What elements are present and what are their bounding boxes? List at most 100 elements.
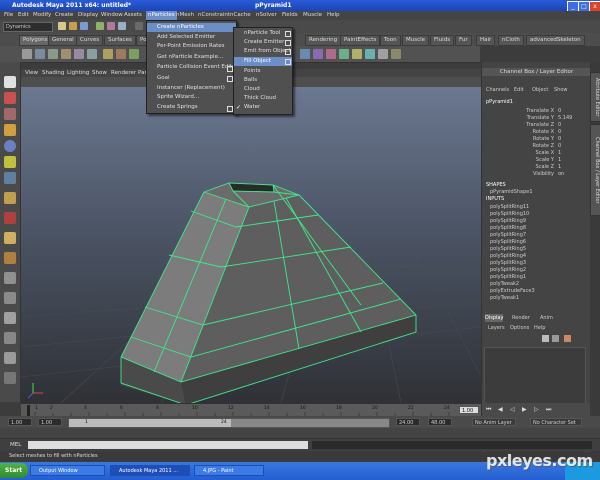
layer-menu-help[interactable]: Help: [534, 325, 545, 331]
shelf-tab-muscle[interactable]: Muscle: [402, 35, 430, 46]
menu-item-sprite-wizard[interactable]: Sprite Wizard...: [147, 93, 199, 102]
time-slider[interactable]: 1 2 4 6 8 10 12 14 16 18 20 22 24 1.00: [21, 403, 481, 417]
channel-box-tab[interactable]: Channel Box / Layer Editor: [590, 124, 600, 216]
input-node[interactable]: polySplitRing8: [490, 225, 526, 231]
lasso-tool-icon[interactable]: [4, 92, 16, 104]
channel-object-name[interactable]: pPyramid1: [486, 99, 513, 105]
menu-nconstraint[interactable]: nConstraint: [198, 11, 230, 20]
start-time-field[interactable]: 1.00: [8, 418, 32, 426]
rotate-tool-icon[interactable]: [4, 140, 16, 152]
shelf-tab-hair[interactable]: Hair: [476, 35, 496, 46]
scale-tool-icon[interactable]: [4, 156, 16, 168]
input-node[interactable]: polySplitRing10: [490, 211, 529, 217]
shape-node[interactable]: pPyramidShape1: [490, 189, 533, 195]
input-node[interactable]: polySplitRing7: [490, 232, 526, 238]
menu-item-collision-event-editor[interactable]: Particle Collision Event Editor: [147, 63, 238, 72]
menu-ncache[interactable]: nCache: [230, 11, 251, 20]
current-frame-field[interactable]: 1.00: [459, 406, 479, 414]
layer-tab-render[interactable]: Render: [512, 314, 530, 322]
step-forward-icon[interactable]: ▷: [534, 406, 539, 413]
layer-menu-options[interactable]: Options: [510, 325, 529, 331]
current-time-marker[interactable]: [27, 405, 30, 416]
input-node[interactable]: polySplitRing9: [490, 218, 526, 224]
menu-assets[interactable]: Assets: [124, 11, 142, 20]
append-polygon-icon[interactable]: [326, 49, 336, 59]
attr-scale-y-value[interactable]: 1: [558, 157, 561, 163]
new-scene-icon[interactable]: [58, 22, 66, 30]
viewport-menu-view[interactable]: View: [25, 69, 38, 77]
menu-display[interactable]: Display: [78, 11, 98, 20]
poly-sphere-icon[interactable]: [22, 49, 32, 59]
channel-menu-edit[interactable]: Edit: [514, 87, 524, 93]
input-node[interactable]: polySplitRing2: [490, 267, 526, 273]
bevel-icon[interactable]: [365, 49, 375, 59]
menu-item-cloud[interactable]: Cloud: [234, 85, 260, 94]
select-component-icon[interactable]: [118, 22, 126, 30]
poly-cone-icon[interactable]: [61, 49, 71, 59]
character-set-dropdown[interactable]: No Character Set: [530, 418, 582, 426]
show-manipulator-icon[interactable]: [4, 212, 16, 224]
shelf-tab-surfaces[interactable]: Surfaces: [104, 35, 136, 46]
split-polygon-icon[interactable]: [339, 49, 349, 59]
end-time-field[interactable]: 48.00: [428, 418, 452, 426]
soft-modification-icon[interactable]: [4, 192, 16, 204]
universal-manipulator-icon[interactable]: [4, 172, 16, 184]
attr-rotate-x-value[interactable]: 0: [558, 129, 561, 135]
menu-help[interactable]: Help: [327, 11, 340, 20]
menu-file[interactable]: File: [4, 11, 13, 20]
play-back-icon[interactable]: ◁: [510, 406, 515, 413]
taskbar-item-output-window[interactable]: Output Window: [30, 465, 105, 476]
layer-options-icon[interactable]: [564, 335, 571, 342]
shelf-tab-toon[interactable]: Toon: [380, 35, 401, 46]
separate-icon[interactable]: [116, 49, 126, 59]
last-tool-icon[interactable]: [4, 232, 16, 244]
input-node[interactable]: polyTweak1: [490, 295, 519, 301]
paint-select-icon[interactable]: [4, 108, 16, 120]
layer-tab-display[interactable]: Display: [485, 314, 503, 322]
range-slider[interactable]: 1 24: [68, 418, 390, 428]
shelf-tab-fluids[interactable]: Fluids: [430, 35, 455, 46]
combine-icon[interactable]: [103, 49, 113, 59]
viewport-menu-show[interactable]: Show: [92, 69, 107, 77]
skip-end-icon[interactable]: ⏭: [546, 406, 551, 414]
attr-rotate-y-value[interactable]: 0: [558, 136, 561, 142]
option-box-icon[interactable]: [285, 59, 291, 65]
anim-layer-dropdown[interactable]: No Anim Layer: [472, 418, 516, 426]
merge-vertex-icon[interactable]: [378, 49, 388, 59]
attr-visibility-value[interactable]: on: [558, 171, 564, 177]
select-tool-icon[interactable]: [4, 76, 16, 88]
menu-item-balls[interactable]: Balls: [234, 76, 257, 85]
attr-rotate-z-value[interactable]: 0: [558, 143, 561, 149]
menu-nparticles[interactable]: nParticles: [146, 11, 177, 20]
playback-start-field[interactable]: 1.00: [38, 418, 62, 426]
menu-window[interactable]: Window: [101, 11, 123, 20]
playback-end-field[interactable]: 24.00: [396, 418, 420, 426]
skip-start-icon[interactable]: ⏮: [486, 406, 491, 414]
menu-item-nparticle-tool[interactable]: nParticle Tool: [234, 29, 280, 38]
poly-cube-icon[interactable]: [35, 49, 45, 59]
menu-item-create-nparticles[interactable]: Create nParticles: [147, 23, 236, 32]
input-node[interactable]: polySplitRing11: [490, 204, 529, 210]
poly-plane-icon[interactable]: [74, 49, 84, 59]
move-tool-icon[interactable]: [4, 124, 16, 136]
viewport-menu-shading[interactable]: Shading: [42, 69, 64, 77]
select-hierarchy-icon[interactable]: [96, 22, 104, 30]
menu-item-get-nparticle-example[interactable]: Get nParticle Example...: [147, 53, 223, 62]
save-scene-icon[interactable]: [80, 22, 88, 30]
select-object-icon[interactable]: [107, 22, 115, 30]
layout-hypershade-icon[interactable]: [4, 352, 16, 364]
menu-fields[interactable]: Fields: [282, 11, 298, 20]
bridge-icon[interactable]: [313, 49, 323, 59]
menu-item-fill-object[interactable]: Fill Object: [234, 57, 292, 66]
option-box-icon[interactable]: [285, 40, 291, 46]
layout-graph-icon[interactable]: [4, 332, 16, 344]
menu-item-per-point-emission[interactable]: Per-Point Emission Rates: [147, 42, 225, 51]
input-node[interactable]: polySplitRing1: [490, 274, 526, 280]
menu-muscle[interactable]: Muscle: [303, 11, 322, 20]
layout-single-icon[interactable]: [4, 252, 16, 264]
menu-modify[interactable]: Modify: [33, 11, 51, 20]
shelf-tab-painteffects[interactable]: PaintEffects: [340, 35, 381, 46]
menu-item-create-emitter[interactable]: Create Emitter: [234, 38, 284, 47]
layout-side-icon[interactable]: [4, 292, 16, 304]
insert-edge-loop-icon[interactable]: [352, 49, 362, 59]
